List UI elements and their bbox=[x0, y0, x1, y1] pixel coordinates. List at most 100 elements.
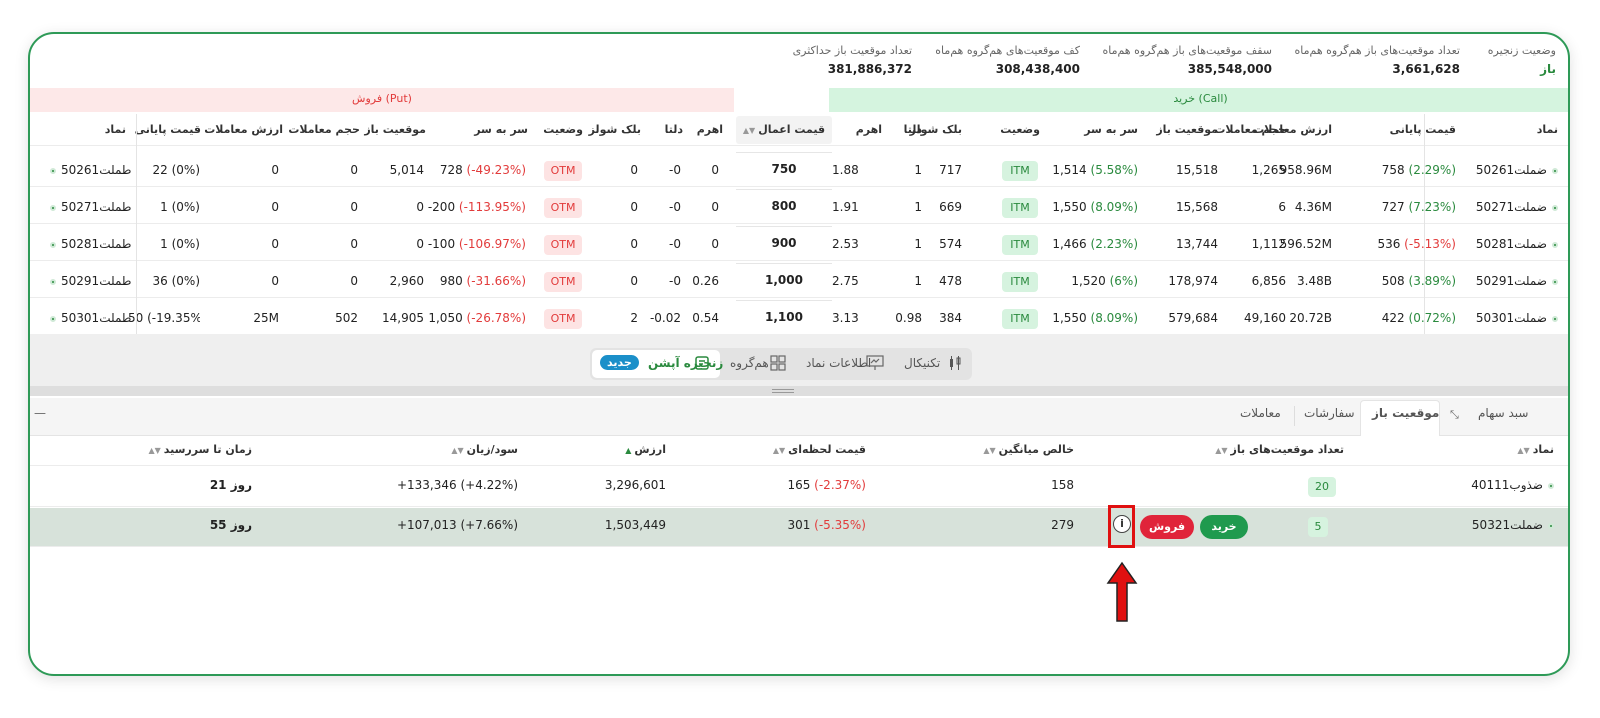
position-symbol-label: ضذوب40111 bbox=[1471, 478, 1543, 492]
call-last-pct: (2.29%) bbox=[1408, 163, 1456, 177]
status-dot bbox=[1548, 522, 1554, 529]
call-breakeven-pct: (8.09%) bbox=[1090, 311, 1138, 325]
summary-value: 381,886,372 bbox=[827, 62, 912, 76]
put-symbol[interactable]: طملت50271 bbox=[50, 200, 131, 214]
summary-label: تعداد موقعیت باز حداکثری bbox=[792, 44, 912, 57]
call-symbol-label: ضملت50271 bbox=[1475, 200, 1547, 214]
position-symbol[interactable]: ضذوب40111 bbox=[1471, 478, 1554, 492]
status-dot bbox=[50, 241, 56, 248]
tab-group[interactable]: هم‌گروه bbox=[730, 356, 769, 370]
put-trade-volume: 502 bbox=[335, 311, 358, 325]
call-col-header[interactable]: حجم معاملات bbox=[1214, 123, 1286, 136]
call-col-header[interactable]: موقعیت باز bbox=[1156, 123, 1218, 136]
positions-col-header[interactable]: ▲ ارزش bbox=[625, 443, 666, 456]
status-dot bbox=[1548, 482, 1554, 489]
call-symbol[interactable]: ضملت50301 bbox=[1476, 311, 1558, 325]
call-trade-volume: 6,856 bbox=[1251, 274, 1286, 288]
put-leverage: 0 bbox=[711, 237, 719, 251]
call-breakeven: 1,514 (5.58%) bbox=[1052, 163, 1138, 177]
strike-price[interactable]: 1,100 bbox=[736, 300, 832, 333]
strike-price[interactable]: 1,000 bbox=[736, 263, 832, 296]
call-breakeven-value: 1,466 bbox=[1052, 237, 1087, 251]
minimize-button[interactable]: — bbox=[34, 406, 46, 420]
put-symbol[interactable]: طملت50291 bbox=[50, 274, 131, 288]
summary-value: 308,438,400 bbox=[995, 62, 1080, 76]
positions-col-header[interactable]: ▲▼ سود/زیان bbox=[451, 443, 518, 456]
call-last-value: 758 bbox=[1381, 163, 1405, 177]
candlestick-icon bbox=[948, 355, 962, 375]
strike-price[interactable]: 900 bbox=[736, 226, 832, 259]
call-col-header[interactable]: اهرم bbox=[856, 123, 882, 136]
call-open-interest: 13,744 bbox=[1176, 237, 1218, 251]
tab-open-position[interactable]: موقعیت باز bbox=[1372, 406, 1439, 420]
put-leverage: 0.54 bbox=[692, 311, 719, 325]
tab-stock-basket[interactable]: سبد سهام bbox=[1478, 406, 1528, 420]
call-symbol[interactable]: ضملت50291 bbox=[1476, 274, 1558, 288]
put-last-price: 1 (0%) bbox=[160, 237, 200, 251]
tab-technical[interactable]: تکنیکال bbox=[904, 356, 940, 370]
position-symbol[interactable]: ضملت50321 bbox=[1472, 518, 1554, 532]
positions-col-header[interactable]: ▲▼ خالص میانگین bbox=[983, 443, 1074, 456]
put-symbol[interactable]: طملت50301 bbox=[50, 311, 131, 325]
status-badge: ITM bbox=[1002, 161, 1038, 181]
put-symbol[interactable]: طملت50281 bbox=[50, 237, 131, 251]
call-symbol[interactable]: ضملت50261 bbox=[1476, 163, 1558, 177]
call-symbol[interactable]: ضملت50271 bbox=[1476, 200, 1558, 214]
position-count: 5 bbox=[1308, 517, 1328, 537]
strike-price-header[interactable]: ▲▼ قیمت اعمال bbox=[736, 123, 832, 136]
call-symbol[interactable]: ضملت50281 bbox=[1476, 237, 1558, 251]
put-col-header[interactable]: قیمت پایانی bbox=[135, 123, 201, 136]
put-symbol[interactable]: طملت50261 bbox=[50, 163, 131, 177]
positions-col-label: نماد bbox=[1532, 443, 1554, 456]
call-last-pct: (3.89%) bbox=[1408, 274, 1456, 288]
put-col-header[interactable]: نماد bbox=[105, 123, 126, 136]
put-col-header[interactable]: ارزش معاملات bbox=[204, 123, 283, 136]
put-breakeven: -100 (-106.97%) bbox=[428, 237, 526, 251]
call-breakeven-pct: (2.23%) bbox=[1090, 237, 1138, 251]
summary-label: تعداد موقعیت‌های باز هم‌گروه هم‌ماه bbox=[1294, 44, 1460, 57]
tab-orders[interactable]: سفارشات bbox=[1304, 406, 1355, 420]
put-col-header[interactable]: موقعیت باز bbox=[364, 123, 426, 136]
call-open-interest: 579,684 bbox=[1168, 311, 1218, 325]
tab-trades[interactable]: معاملات bbox=[1240, 406, 1281, 420]
call-leverage: 1.88 bbox=[832, 163, 859, 177]
put-col-header[interactable]: سر به سر bbox=[474, 123, 528, 136]
call-col-header[interactable]: نماد bbox=[1537, 123, 1558, 136]
info-icon[interactable]: i bbox=[1113, 515, 1131, 533]
strike-price[interactable]: 800 bbox=[736, 189, 832, 222]
call-col-header[interactable]: سر به سر bbox=[1084, 123, 1138, 136]
position-count: 20 bbox=[1308, 477, 1336, 497]
put-col-header[interactable]: حجم معاملات bbox=[288, 123, 360, 136]
call-black-scholes: 574 bbox=[939, 237, 962, 251]
put-col-header[interactable]: دلتا bbox=[665, 123, 683, 136]
call-col-header[interactable]: دلتا bbox=[904, 123, 922, 136]
put-col-header[interactable]: وضعیت bbox=[543, 123, 583, 136]
positions-col-header[interactable]: ▲▼ نماد bbox=[1517, 443, 1554, 456]
put-open-interest: 0 bbox=[416, 237, 424, 251]
expand-icon[interactable]: ⤡ bbox=[1450, 408, 1459, 422]
call-leverage: 1.91 bbox=[832, 200, 859, 214]
put-trade-value: 0 bbox=[271, 163, 279, 177]
positions-col-label: خالص میانگین bbox=[998, 443, 1074, 456]
call-col-header[interactable]: قیمت پایانی bbox=[1390, 123, 1456, 136]
positions-col-header[interactable]: ▲▼ زمان تا سررسید bbox=[148, 443, 252, 456]
tab-symbol-info[interactable]: اطلاعات نماد bbox=[806, 356, 871, 370]
put-breakeven-value: 728 bbox=[439, 163, 463, 177]
put-col-header[interactable]: بلک شولز bbox=[589, 123, 641, 136]
call-delta: 0.98 bbox=[895, 311, 922, 325]
status-badge: ITM bbox=[1002, 272, 1038, 292]
call-trade-value: 596.52M bbox=[1279, 237, 1332, 251]
call-col-header[interactable]: وضعیت bbox=[1000, 123, 1040, 136]
panel-resize-handle[interactable] bbox=[30, 386, 1568, 396]
positions-col-header[interactable]: ▲▼ قیمت لحظه‌ای bbox=[773, 443, 866, 456]
red-arrow-annotation bbox=[1106, 561, 1138, 627]
row-divider bbox=[30, 506, 1568, 507]
call-breakeven-value: 1,520 bbox=[1071, 274, 1106, 288]
buy-button[interactable]: خرید bbox=[1200, 515, 1248, 539]
positions-col-header[interactable]: ▲▼ تعداد موقعیت‌های باز bbox=[1215, 443, 1344, 456]
tab-option-chain[interactable]: زنجیره آپشن bbox=[648, 356, 723, 370]
strike-price[interactable]: 750 bbox=[736, 152, 832, 185]
put-col-header[interactable]: اهرم bbox=[697, 123, 723, 136]
sell-button[interactable]: فروش bbox=[1140, 515, 1194, 539]
put-trade-value: 25M bbox=[253, 311, 279, 325]
